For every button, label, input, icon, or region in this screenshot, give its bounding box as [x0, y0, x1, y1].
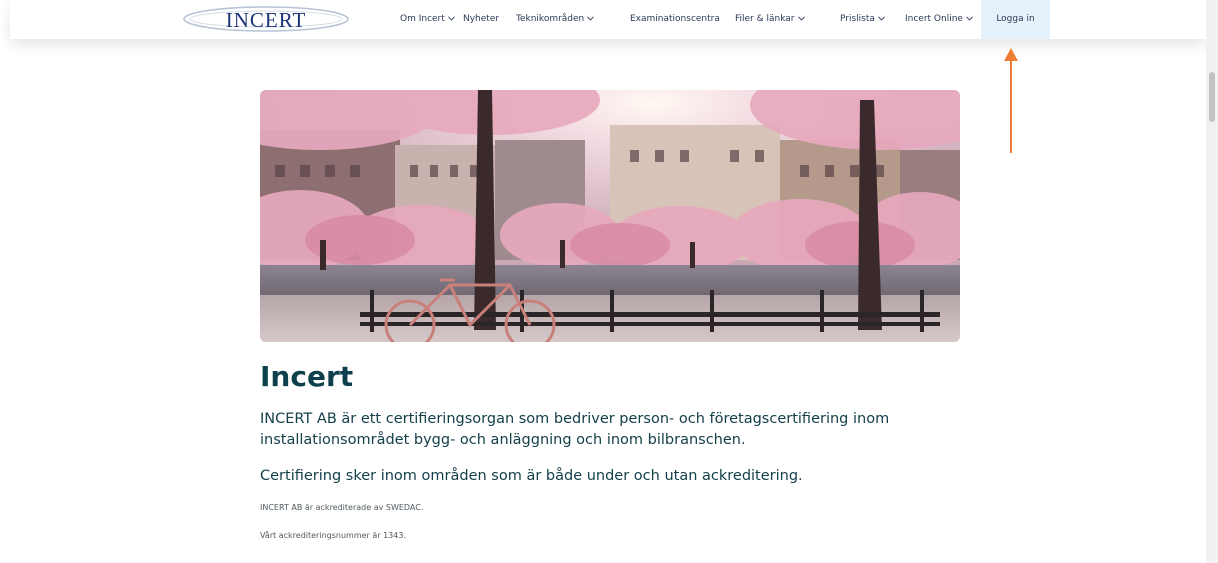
nav-item-label: Incert Online	[905, 14, 963, 24]
accreditation-number-text: Vårt ackrediteringsnummer är 1343.	[260, 531, 406, 540]
logo-text: INCERT	[225, 8, 307, 32]
annotation-arrow-icon	[1004, 48, 1018, 153]
nav-item-prislista[interactable]: Prislista	[840, 0, 885, 39]
nav-item-teknikomraden[interactable]: Teknikområden	[516, 0, 595, 39]
accreditation-scope-text: Certifiering sker inom områden som är bå…	[260, 468, 803, 484]
nav-item-label: Om Incert	[400, 14, 445, 24]
chevron-down-icon	[966, 16, 973, 21]
hero-image	[260, 90, 960, 342]
nav-item-incert-online[interactable]: Incert Online	[905, 0, 973, 39]
top-navbar: INCERT Om Incert Nyheter Teknikområden E…	[10, 0, 1206, 39]
nav-item-label: Examinationscentra	[630, 14, 720, 24]
nav-item-label: Nyheter	[463, 14, 500, 24]
nav-item-filer-lankar[interactable]: Filer & länkar	[735, 0, 805, 39]
nav-item-nyheter[interactable]: Nyheter	[463, 0, 499, 39]
incert-logo[interactable]: INCERT	[182, 4, 350, 34]
nav-item-label: Teknikområden	[516, 14, 585, 24]
page-title: Incert	[260, 360, 354, 393]
nav-item-label: Prislista	[840, 14, 875, 24]
cherry-blossom-park-image	[260, 90, 960, 342]
scrollbar-thumb[interactable]	[1209, 72, 1215, 122]
chevron-down-icon	[797, 16, 805, 21]
chevron-down-icon	[587, 16, 595, 21]
login-button[interactable]: Logga in	[981, 0, 1050, 39]
intro-line-2: installationsområdet bygg- och anläggnin…	[260, 432, 746, 448]
nav-item-examinationscentra[interactable]: Examinationscentra	[630, 0, 720, 39]
intro-line-1: INCERT AB är ett certifieringsorgan som …	[260, 411, 890, 427]
chevron-down-icon	[447, 16, 455, 21]
vertical-scrollbar[interactable]	[1206, 0, 1218, 563]
chevron-down-icon	[878, 16, 885, 21]
nav-item-om-incert[interactable]: Om Incert	[400, 0, 455, 39]
intro-paragraph: INCERT AB är ett certifieringsorgan som …	[260, 409, 960, 451]
nav-item-label: Filer & länkar	[735, 14, 795, 24]
accreditation-text: INCERT AB är ackrediterade av SWEDAC.	[260, 503, 424, 512]
